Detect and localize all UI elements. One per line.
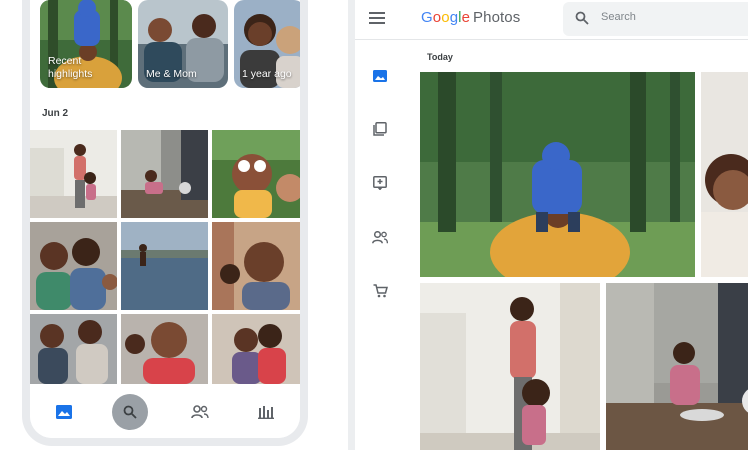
- grid-photo-siblings[interactable]: [212, 314, 300, 384]
- google-photos-logo[interactable]: Google Photos: [421, 9, 520, 26]
- grid-photo-family-group[interactable]: [30, 314, 117, 384]
- sharing-icon: [191, 405, 209, 419]
- logo-letter: o: [441, 9, 450, 26]
- date-heading: Jun 2: [42, 108, 69, 119]
- assistant-icon: [373, 176, 387, 190]
- grid-photo-mother-daughter[interactable]: [30, 130, 117, 218]
- memory-label: 1 year ago: [242, 68, 292, 80]
- grid-photo-grandfather[interactable]: [212, 222, 300, 310]
- rail-print-store-button[interactable]: [369, 280, 391, 302]
- rail-assistant-button[interactable]: [369, 172, 391, 194]
- logo-letter: e: [461, 9, 471, 26]
- logo-letter: G: [421, 9, 433, 26]
- photo-mother-daughter-playing[interactable]: [420, 283, 600, 450]
- grid-photo-laughing-girl[interactable]: [212, 130, 300, 218]
- section-heading-today: Today: [427, 52, 453, 62]
- memory-label: Me & Mom: [146, 68, 197, 80]
- rail-photos-button[interactable]: [369, 65, 391, 87]
- hamburger-menu-icon: [369, 12, 385, 24]
- rail-sharing-button[interactable]: [369, 226, 391, 248]
- main-menu-button[interactable]: [369, 11, 389, 29]
- search-icon: [123, 405, 137, 419]
- logo-letter: o: [432, 9, 442, 26]
- photos-icon: [56, 405, 72, 419]
- nav-library-button[interactable]: [248, 394, 284, 430]
- memory-card-recent-highlights[interactable]: Recent highlights: [40, 0, 132, 88]
- search-bar[interactable]: [563, 2, 748, 36]
- nav-search-button[interactable]: [112, 394, 148, 430]
- grid-photo-couple-smiling[interactable]: [30, 222, 117, 310]
- memory-card-me-and-mom[interactable]: Me & Mom: [138, 0, 228, 88]
- search-icon[interactable]: [575, 11, 589, 25]
- library-icon: [258, 406, 274, 419]
- search-input[interactable]: [601, 11, 748, 23]
- desktop-window: Google Photos Search Today: [355, 0, 748, 450]
- photo-hike-child-on-shoulders[interactable]: [420, 72, 695, 277]
- nav-photos-button[interactable]: [46, 394, 82, 430]
- rail-albums-button[interactable]: [369, 118, 391, 140]
- photos-icon: [373, 70, 387, 82]
- logo-letter: g: [449, 9, 459, 26]
- photo-portrait-partial[interactable]: [701, 72, 748, 277]
- top-app-bar: Google Photos: [355, 0, 748, 40]
- shopping-cart-icon: [373, 284, 388, 298]
- logo-product-name: Photos: [473, 9, 521, 26]
- screenshot-stage: Recent highlights Me & Mom 1 year ago Ju…: [0, 0, 748, 450]
- bottom-navigation: [30, 384, 300, 438]
- sharing-icon: [372, 230, 388, 243]
- phone-screen: Recent highlights Me & Mom 1 year ago Ju…: [30, 0, 300, 438]
- desktop-frame: Google Photos Search Today: [348, 0, 748, 450]
- phone-frame: Recent highlights Me & Mom 1 year ago Ju…: [22, 0, 308, 446]
- grid-photo-boy-portrait[interactable]: [121, 314, 208, 384]
- memory-label: Recent highlights: [48, 55, 93, 80]
- nav-sharing-button[interactable]: [182, 394, 218, 430]
- grid-photo-lake-jump[interactable]: [121, 222, 208, 310]
- memory-card-1-year-ago[interactable]: 1 year ago: [234, 0, 300, 88]
- photo-kids-kitchen-floor[interactable]: [606, 283, 748, 450]
- grid-photo-kitchen-floor[interactable]: [121, 130, 208, 218]
- albums-icon: [373, 122, 387, 136]
